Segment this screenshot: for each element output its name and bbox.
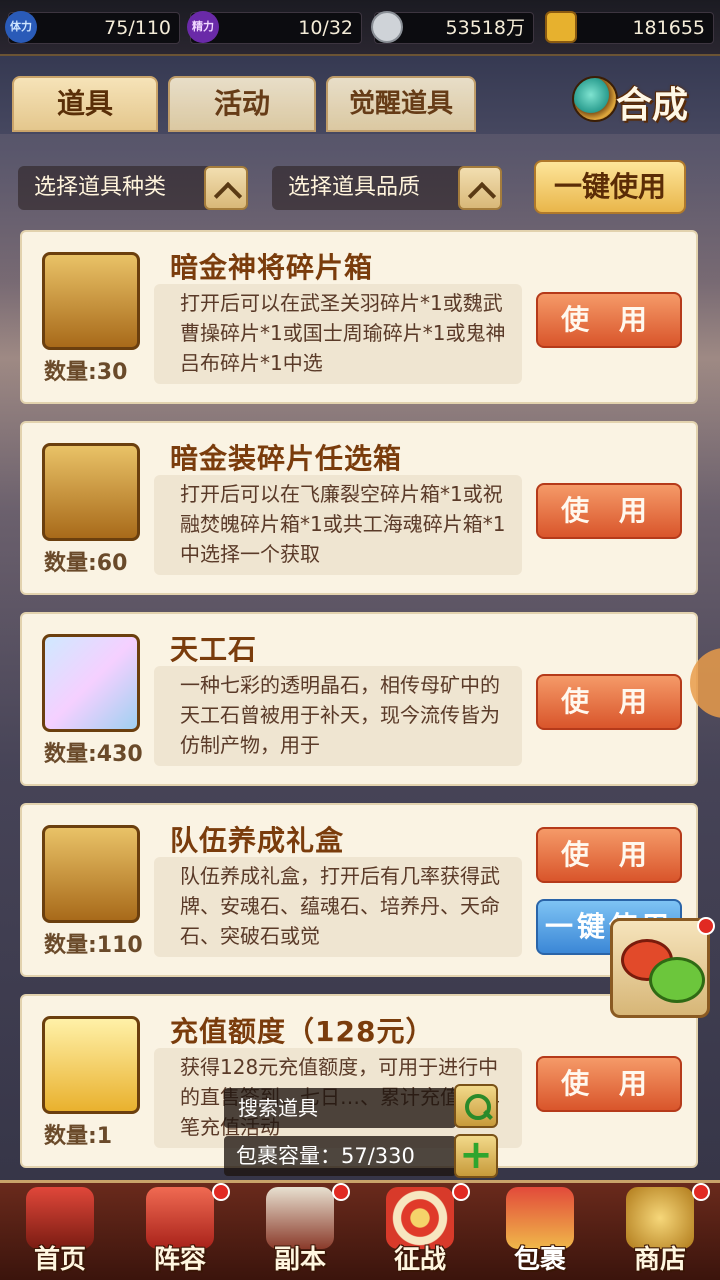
- item-quality-filter[interactable]: 选择道具品质: [272, 166, 502, 210]
- notification-dot: [212, 1183, 230, 1201]
- craft-gem-icon: [572, 76, 618, 122]
- tab-items[interactable]: 道具: [12, 76, 158, 132]
- item-type-filter[interactable]: 选择道具种类: [18, 166, 248, 210]
- nav-dungeon[interactable]: 副本: [240, 1183, 360, 1280]
- gold-display[interactable]: 181655: [545, 11, 714, 44]
- resource-bar: 体力 75/110 精力 10/32 53518万 181655: [0, 0, 720, 56]
- use-button[interactable]: 使 用: [536, 292, 682, 348]
- nav-bag[interactable]: 包裹: [480, 1183, 600, 1280]
- chat-button[interactable]: [610, 917, 715, 1018]
- stamina-icon: 体力: [5, 11, 37, 43]
- bottom-nav: 首页 阵容 副本 征战 包裹 商店: [0, 1180, 720, 1280]
- use-all-button[interactable]: 一键使用: [534, 160, 686, 214]
- nav-label: 商店: [633, 1245, 686, 1275]
- nav-lineup[interactable]: 阵容: [120, 1183, 240, 1280]
- use-button[interactable]: 使 用: [536, 674, 682, 730]
- item-title: 暗金装碎片任选箱: [170, 442, 403, 475]
- notification-dot: [332, 1183, 350, 1201]
- item-quality-filter-label: 选择道具品质: [288, 175, 421, 200]
- notification-dot: [452, 1183, 470, 1201]
- expand-capacity-button[interactable]: +: [454, 1134, 498, 1178]
- item-card: 数量:430 天工石 一种七彩的透明晶石，相传母矿中的天工石曾被用于补天，现今流…: [20, 612, 698, 786]
- nav-shop[interactable]: 商店: [600, 1183, 720, 1280]
- nav-label: 副本: [273, 1245, 326, 1275]
- tab-awaken-items[interactable]: 觉醒道具: [326, 76, 476, 132]
- use-button[interactable]: 使 用: [536, 1056, 682, 1112]
- gold-bars-icon[interactable]: [42, 1016, 140, 1114]
- capacity-label: 包裹容量：57/330: [224, 1136, 456, 1176]
- stamina-display[interactable]: 体力 75/110: [5, 11, 180, 44]
- item-title: 天工石: [170, 633, 258, 666]
- nav-campaign[interactable]: 征战: [360, 1183, 480, 1280]
- gift-box-icon[interactable]: [42, 825, 140, 923]
- gold-ingot-icon: [545, 11, 577, 43]
- use-button[interactable]: 使 用: [536, 483, 682, 539]
- energy-icon: 精力: [187, 11, 219, 43]
- item-title: 队伍养成礼盒: [170, 824, 345, 857]
- chevron-up-icon[interactable]: [204, 166, 248, 210]
- item-card: 数量:30 暗金神将碎片箱 打开后可以在武圣关羽碎片*1或魏武曹操碎片*1或国士…: [20, 230, 698, 404]
- item-quantity: 数量:110: [44, 933, 143, 958]
- crystal-stone-icon[interactable]: [42, 634, 140, 732]
- item-card: 数量:110 队伍养成礼盒 队伍养成礼盒，打开后有几率获得武牌、安魂石、蕴魂石、…: [20, 803, 698, 977]
- item-type-filter-label: 选择道具种类: [34, 175, 167, 200]
- notification-dot: [697, 917, 715, 935]
- gold-value: 181655: [632, 17, 705, 39]
- craft-label: 合成: [616, 85, 689, 126]
- item-quantity: 数量:60: [44, 551, 128, 576]
- nav-label: 阵容: [153, 1245, 206, 1275]
- equipment-shard-chest-icon[interactable]: [42, 443, 140, 541]
- item-quantity: 数量:30: [44, 360, 128, 385]
- item-description: 一种七彩的透明晶石，相传母矿中的天工石曾被用于补天，现今流传皆为仿制产物，用于: [154, 666, 522, 766]
- nav-label: 征战: [393, 1245, 446, 1275]
- item-description: 打开后可以在飞廉裂空碎片箱*1或祝融焚魄碎片箱*1或共工海魂碎片箱*1中选择一个…: [154, 475, 522, 575]
- notification-dot: [692, 1183, 710, 1201]
- item-title: 暗金神将碎片箱: [170, 251, 374, 284]
- item-card: 数量:60 暗金装碎片任选箱 打开后可以在飞廉裂空碎片箱*1或祝融焚魄碎片箱*1…: [20, 421, 698, 595]
- search-input[interactable]: 搜索道具: [224, 1088, 456, 1128]
- nav-label: 首页: [33, 1245, 86, 1275]
- item-title: 充值额度（128元）: [170, 1015, 435, 1048]
- craft-button[interactable]: 合成: [572, 72, 706, 128]
- item-quantity: 数量:430: [44, 742, 143, 767]
- chevron-up-icon[interactable]: [458, 166, 502, 210]
- energy-value: 10/32: [298, 17, 353, 39]
- item-description: 打开后可以在武圣关羽碎片*1或魏武曹操碎片*1或国士周瑜碎片*1或鬼神吕布碎片*…: [154, 284, 522, 384]
- search-icon[interactable]: [454, 1084, 498, 1128]
- silver-value: 53518万: [445, 17, 525, 39]
- nav-home[interactable]: 首页: [0, 1183, 120, 1280]
- hero-shard-chest-icon[interactable]: [42, 252, 140, 350]
- nav-label: 包裹: [513, 1245, 566, 1275]
- energy-display[interactable]: 精力 10/32: [187, 11, 362, 44]
- tab-activity[interactable]: 活动: [168, 76, 316, 132]
- stamina-value: 75/110: [104, 17, 171, 39]
- use-button[interactable]: 使 用: [536, 827, 682, 883]
- silver-coin-icon: [371, 11, 403, 43]
- item-description: 队伍养成礼盒，打开后有几率获得武牌、安魂石、蕴魂石、培养丹、天命石、突破石或觉: [154, 857, 522, 957]
- chat-bubble-icon: [649, 957, 705, 1003]
- item-quantity: 数量:1: [44, 1124, 113, 1149]
- silver-display[interactable]: 53518万: [371, 11, 534, 44]
